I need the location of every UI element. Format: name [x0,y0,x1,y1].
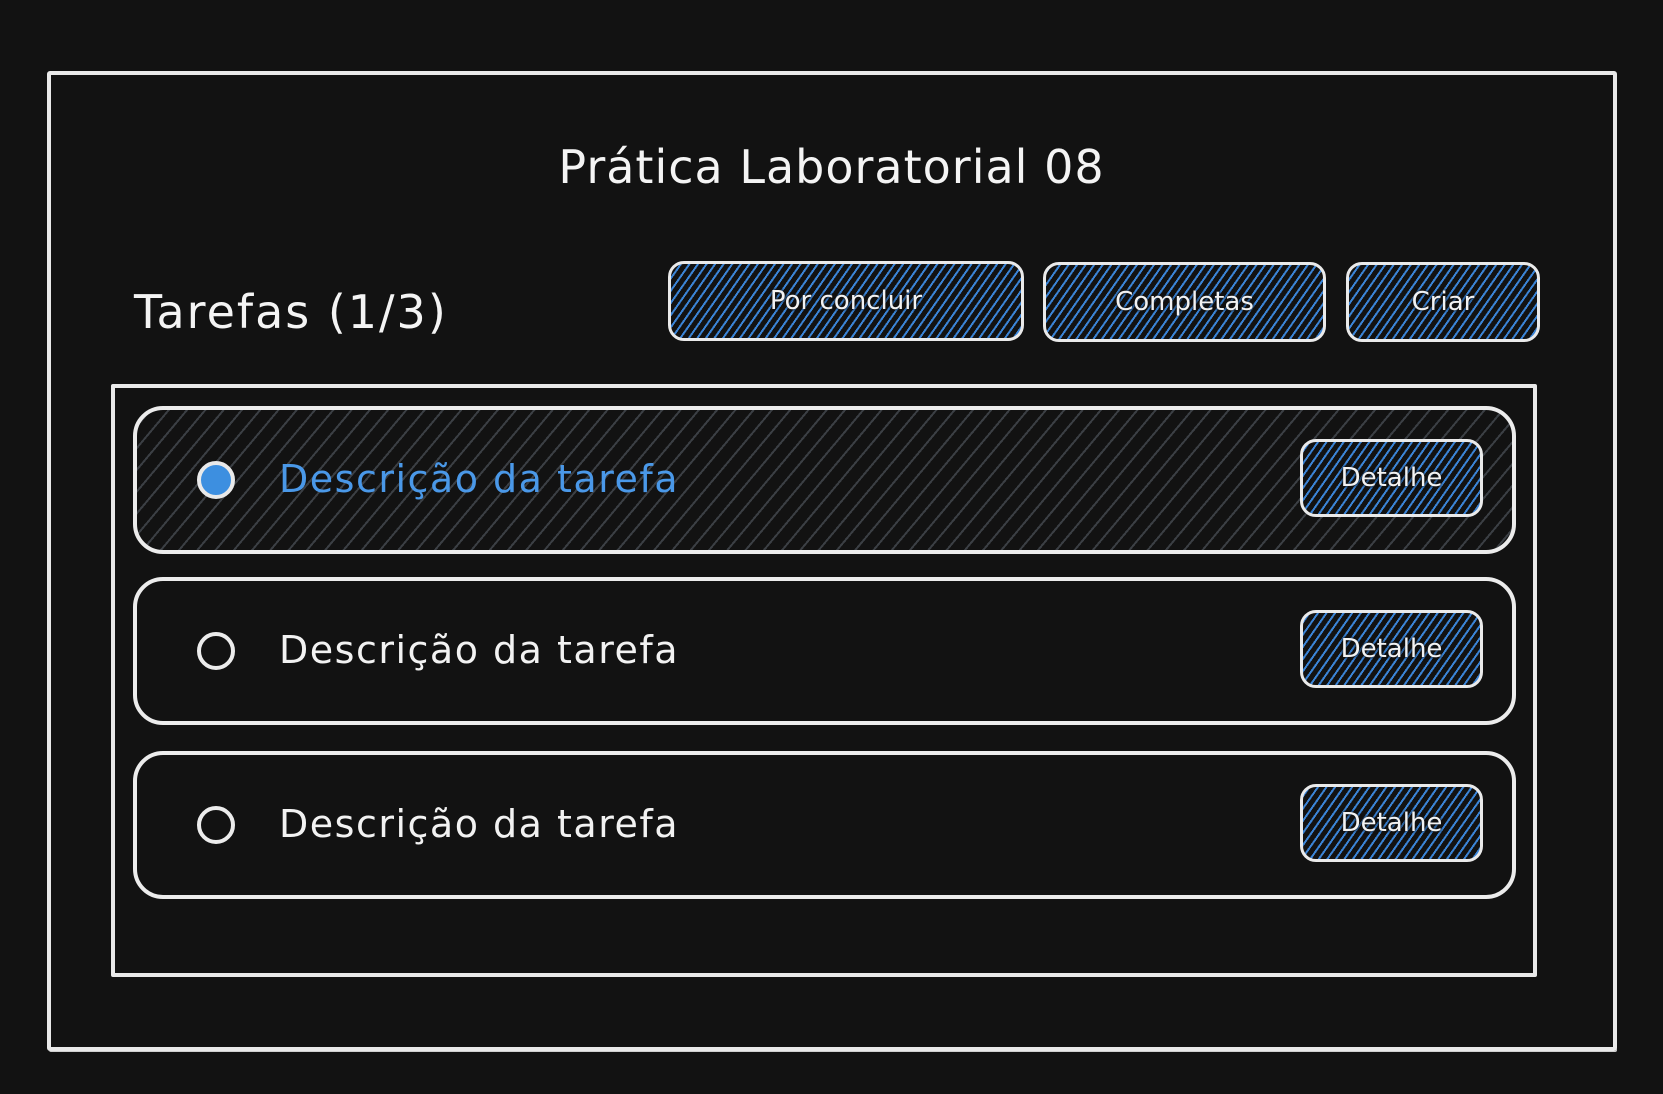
task-description: Descrição da tarefa [279,628,680,673]
task-item[interactable]: Descrição da tarefa Detalhe [133,577,1516,725]
task-detail-button[interactable]: Detalhe [1300,784,1483,862]
task-checkbox[interactable] [197,806,235,844]
task-detail-button[interactable]: Detalhe [1300,439,1483,517]
filter-complete-button[interactable]: Completas [1043,262,1326,342]
task-detail-button[interactable]: Detalhe [1300,610,1483,688]
task-item[interactable]: Descrição da tarefa Detalhe [133,406,1516,554]
tasks-section-title: Tarefas (1/3) [134,285,448,339]
create-task-button[interactable]: Criar [1346,262,1540,342]
task-description: Descrição da tarefa [279,457,680,502]
task-description: Descrição da tarefa [279,802,680,847]
task-item[interactable]: Descrição da tarefa Detalhe [133,751,1516,899]
page-title: Prática Laboratorial 08 [558,140,1105,194]
task-checkbox[interactable] [197,461,235,499]
filter-pending-button[interactable]: Por concluir [668,261,1024,341]
task-checkbox[interactable] [197,632,235,670]
